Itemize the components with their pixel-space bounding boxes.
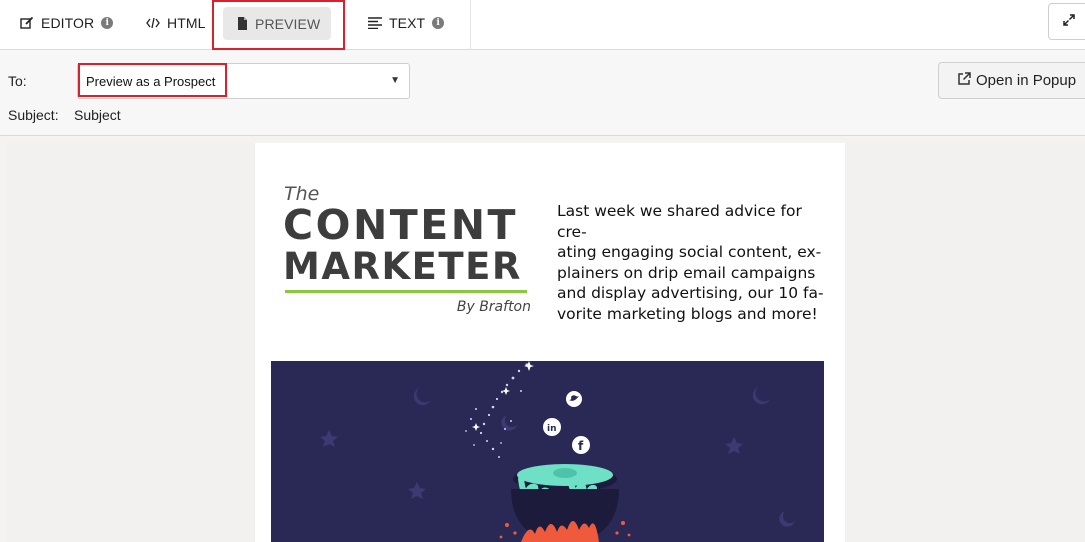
toolbar-divider — [470, 0, 471, 50]
star-icon — [320, 430, 338, 447]
star-icon — [408, 482, 426, 499]
moon-icon — [413, 388, 431, 406]
text-lines-icon — [368, 17, 382, 29]
content-marketer-logo: The CONTENT MARKETER By Brafton — [283, 183, 531, 323]
tab-html[interactable]: HTML — [146, 0, 206, 46]
open-in-popup-button[interactable]: Open in Popup — [938, 62, 1085, 99]
svg-text:in: in — [547, 424, 557, 434]
intro-text: Last week we shared advice for cre- atin… — [557, 201, 829, 324]
sparkle-icon — [472, 423, 480, 431]
svg-text:f: f — [578, 439, 584, 453]
preview-tab-highlight — [212, 0, 345, 50]
intro-line: and display advertising, our 10 fa- — [557, 284, 824, 302]
moon-icon — [501, 415, 517, 431]
intro-line: ating engaging social content, ex- — [557, 243, 822, 261]
intro-line: vorite marketing blogs and more! — [557, 304, 818, 323]
open-in-popup-label: Open in Popup — [976, 72, 1077, 89]
logo-marketer: MARKETER — [283, 245, 522, 288]
logo-content: CONTENT — [283, 201, 519, 249]
tab-html-label: HTML — [167, 15, 206, 31]
sparkle-icon — [524, 361, 534, 371]
star-icon — [725, 437, 743, 454]
sparkle-icon — [502, 387, 510, 395]
select-highlight — [78, 63, 227, 97]
to-label: To: — [8, 73, 27, 89]
subject-label: Subject: — [8, 107, 59, 123]
moon-icon — [779, 511, 795, 527]
info-icon[interactable]: i — [101, 17, 114, 29]
expand-button[interactable] — [1048, 3, 1085, 40]
tab-text-label: TEXT — [389, 15, 426, 31]
subject-value: Subject — [74, 107, 121, 123]
tab-editor-label: EDITOR — [41, 15, 95, 31]
editor-toolbar: EDITOR i HTML PREVIEW TEXT i — [0, 0, 1085, 50]
code-icon — [146, 17, 160, 29]
sparkle-trail — [465, 363, 529, 458]
edit-icon — [20, 16, 34, 30]
expand-icon — [1063, 13, 1075, 31]
email-preview: The CONTENT MARKETER By Brafton Last wee… — [255, 143, 845, 542]
info-icon[interactable]: i — [432, 17, 445, 29]
intro-line: Last week we shared advice for cre- — [557, 202, 802, 241]
caret-down-icon: ▼ — [390, 75, 400, 86]
logo-by-brafton: By Brafton — [456, 299, 531, 315]
hero-illustration: in f — [271, 361, 824, 542]
intro-line: plainers on drip email campaigns — [557, 263, 816, 282]
tab-text[interactable]: TEXT i — [368, 0, 445, 46]
tab-editor[interactable]: EDITOR i — [20, 0, 114, 46]
logo-rule — [285, 290, 527, 293]
preview-header: To: Preview as a Prospect ▼ Subject: Sub… — [0, 50, 1085, 136]
external-link-icon — [957, 71, 971, 90]
moon-icon — [752, 387, 770, 405]
cauldron-illustration: in f — [320, 361, 795, 542]
